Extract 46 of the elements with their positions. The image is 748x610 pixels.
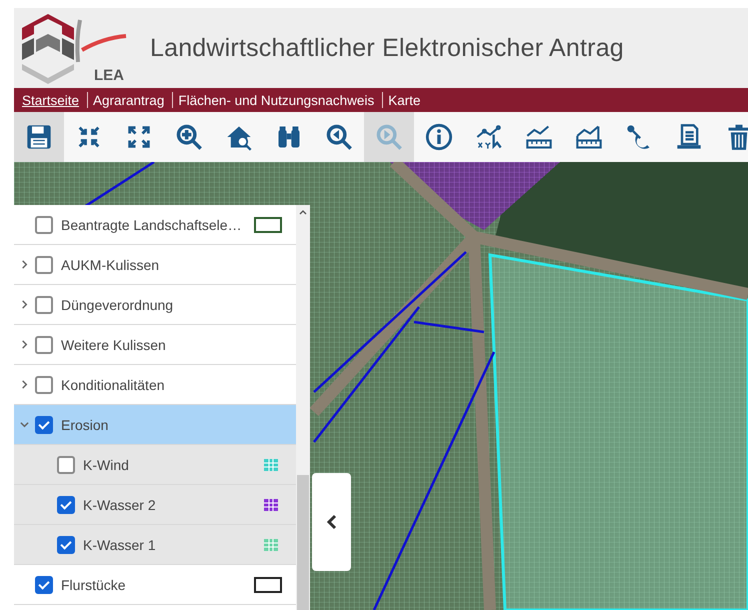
line-ruler-icon: [525, 123, 553, 151]
chevron-down-icon[interactable]: [20, 420, 29, 429]
chevron-left-icon: [326, 514, 338, 530]
nav-link[interactable]: Flächen- und Nutzungsnachweis: [173, 92, 382, 108]
layer-row[interactable]: K-Wind: [14, 445, 296, 485]
document-stack-icon: [675, 123, 703, 151]
layer-checkbox[interactable]: [57, 496, 75, 514]
layer-label: K-Wasser 2: [83, 496, 157, 512]
layer-label: Flurstücke: [61, 576, 127, 592]
layer-checkbox[interactable]: [35, 216, 53, 234]
save-button[interactable]: [14, 112, 64, 162]
layer-label: K-Wind: [83, 456, 130, 472]
layer-row[interactable]: Erosion: [14, 405, 296, 445]
chevron-right-icon[interactable]: [20, 380, 29, 389]
layer-label: Konditionalitäten: [61, 376, 166, 392]
layer-label: Beantragte Landschaftsele…: [61, 216, 243, 232]
nav-link[interactable]: Startseite: [17, 92, 88, 108]
layer-checkbox[interactable]: [35, 256, 53, 274]
zoom-in-icon: [175, 123, 203, 151]
coordinate-pointer-icon: [475, 123, 503, 151]
lea-logo-drawing: LEA: [18, 10, 130, 86]
layer-row[interactable]: K-Wasser 2: [14, 485, 296, 525]
layer-checkbox[interactable]: [57, 456, 75, 474]
layer-checkbox[interactable]: [35, 296, 53, 314]
layer-label: Erosion: [61, 416, 110, 432]
layer-checkbox[interactable]: [35, 416, 53, 434]
nav-link[interactable]: Karte: [383, 92, 428, 108]
magnifier-left-arrow-icon: [325, 123, 353, 151]
app-title: Landwirtschaftlicher Elektronischer Antrag: [150, 34, 624, 62]
layer-row[interactable]: K-Wasser 1: [14, 525, 296, 565]
layer-checkbox[interactable]: [57, 536, 75, 554]
scrollbar[interactable]: [296, 205, 310, 610]
layer-label: K-Wasser 1: [83, 536, 157, 552]
layer-label: Weitere Kulissen: [61, 336, 167, 352]
layer-label: Düngeverordnung: [61, 296, 174, 312]
area-ruler-icon: [575, 123, 603, 151]
nav-link[interactable]: Agrarantrag: [88, 92, 172, 108]
layer-label: AUKM-Kulissen: [61, 256, 160, 272]
layer-checkbox[interactable]: [35, 376, 53, 394]
chevron-right-icon[interactable]: [20, 340, 29, 349]
chevron-right-icon[interactable]: [20, 300, 29, 309]
layer-checkbox[interactable]: [35, 576, 53, 594]
chevron-right-icon[interactable]: [20, 260, 29, 269]
magnifier-right-arrow-icon: [375, 123, 403, 151]
layer-checkbox[interactable]: [35, 336, 53, 354]
info-icon: [425, 123, 453, 151]
